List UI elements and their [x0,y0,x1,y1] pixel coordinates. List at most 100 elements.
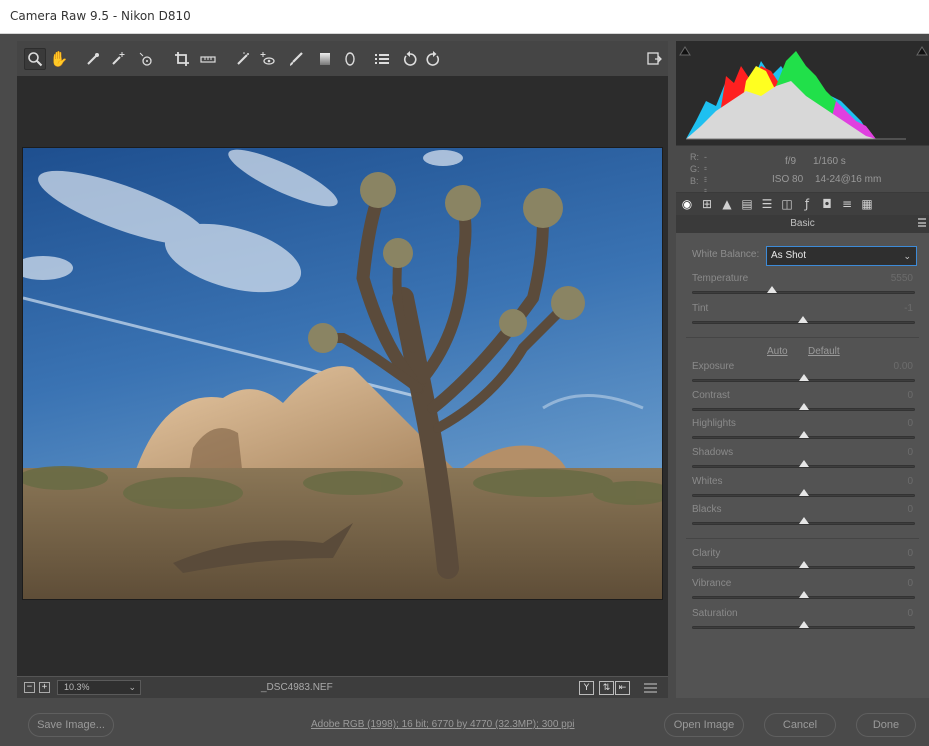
divider [686,538,919,539]
slider-temperature[interactable]: Temperature 5550 [692,273,915,301]
slider-value[interactable]: -1 [904,303,913,314]
fullscreen-icon [647,51,662,65]
brush-icon [237,51,249,65]
effects-tab-icon[interactable]: ƒ [800,197,814,211]
slider-value[interactable]: 0 [907,608,913,619]
before-after-toggle[interactable]: Y [579,681,594,695]
default-link[interactable]: Default [808,346,840,357]
panel-title: Basic [676,215,929,233]
adjustment-brush[interactable] [285,41,307,76]
sliders-icon [644,683,657,693]
hand-tool[interactable]: ✋ [48,41,70,76]
slider-thumb[interactable] [797,316,808,323]
tone-curve-tab-icon[interactable]: ⊞ [700,197,714,211]
auto-link[interactable]: Auto [767,346,788,357]
slider-value[interactable]: 0.00 [894,361,913,372]
slider-value[interactable]: 0 [907,578,913,589]
basic-tab-icon[interactable]: ◉ [680,197,694,211]
slider-thumb[interactable] [798,561,809,568]
eyedropper-plus-icon [112,51,125,65]
slider-value[interactable]: 0 [907,476,913,487]
red-eye-tool[interactable] [257,41,279,76]
slider-highlights[interactable]: Highlights 0 [692,418,915,446]
snapshots-tab-icon[interactable]: ▦ [860,197,874,211]
rotate-right[interactable] [422,41,444,76]
slider-saturation[interactable]: Saturation 0 [692,608,915,636]
slider-value[interactable]: 0 [907,447,913,458]
save-image-button[interactable]: Save Image... [28,713,114,737]
detail-tab-icon[interactable]: ▲ [720,197,734,211]
slider-thumb[interactable] [798,591,809,598]
rotate-ccw-icon [403,50,417,66]
slider-thumb[interactable] [798,621,809,628]
lens-info: 14-24@16 mm [815,174,882,185]
gradient-icon [320,52,330,65]
slider-value[interactable]: 0 [907,418,913,429]
slider-label: Highlights [692,418,736,429]
spot-removal-tool[interactable] [232,41,254,76]
zoom-level-value: 10.3% [64,682,90,692]
copy-settings-button[interactable]: ⇤ [615,681,630,695]
chevron-down-icon: ⌄ [128,682,136,692]
slider-tint[interactable]: Tint -1 [692,303,915,331]
slider-exposure[interactable]: Exposure 0.00 [692,361,915,389]
fullscreen-toggle[interactable] [643,41,665,76]
slider-thumb[interactable] [767,286,778,293]
g-label: G: [690,164,700,174]
slider-value[interactable]: 0 [907,390,913,401]
dialog-footer: Save Image... Adobe RGB (1998); 16 bit; … [0,698,929,746]
slider-value[interactable]: 0 [907,504,913,515]
slider-track[interactable] [692,291,915,294]
rotate-left[interactable] [399,41,421,76]
split-toning-tab-icon[interactable]: ☰ [760,197,774,211]
zoom-level-select[interactable]: 10.3% ⌄ [57,680,141,695]
targeted-adjustment-tool[interactable] [135,41,157,76]
graduated-filter[interactable] [314,41,336,76]
photo-preview[interactable] [22,147,663,600]
radial-filter[interactable] [339,41,361,76]
open-image-button[interactable]: Open Image [664,713,744,737]
presets-tab-icon[interactable]: ≡ [840,197,854,211]
panel-menu-icon[interactable] [918,218,926,227]
workflow-options-link[interactable]: Adobe RGB (1998); 16 bit; 6770 by 4770 (… [311,719,575,730]
crop-tool[interactable] [171,41,193,76]
cancel-button[interactable]: Cancel [764,713,836,737]
white-balance-label: White Balance: [692,249,760,260]
slider-thumb[interactable] [798,460,809,467]
camera-calibration-tab-icon[interactable]: ◘ [820,197,834,211]
slider-thumb[interactable] [798,489,809,496]
slider-label: Contrast [692,390,730,401]
slider-value[interactable]: 0 [907,548,913,559]
slider-label: Clarity [692,548,721,559]
slider-whites[interactable]: Whites 0 [692,476,915,504]
slider-clarity[interactable]: Clarity 0 [692,548,915,576]
preferences[interactable] [371,41,393,76]
straighten-tool[interactable] [197,41,219,76]
image-preview-area[interactable] [17,76,668,676]
swap-settings-button[interactable]: ⇅ [599,681,614,695]
r-label: R: [690,152,699,162]
before-after-icon: Y [583,683,590,693]
zoom-in-button[interactable]: + [39,682,50,693]
white-balance-tool[interactable] [82,41,104,76]
color-sampler-tool[interactable] [107,41,129,76]
lens-corrections-tab-icon[interactable]: ◫ [780,197,794,211]
hsl-tab-icon[interactable]: ▤ [740,197,754,211]
zoom-out-button[interactable]: − [24,682,35,693]
slider-thumb[interactable] [798,431,809,438]
preview-preferences-button[interactable] [643,681,658,695]
slider-blacks[interactable]: Blacks 0 [692,504,915,532]
slider-value[interactable]: 5550 [891,273,913,284]
slider-contrast[interactable]: Contrast 0 [692,390,915,418]
slider-vibrance[interactable]: Vibrance 0 [692,578,915,606]
white-balance-select[interactable]: As Shot ⌄ [766,246,917,266]
zoom-tool[interactable] [24,48,46,70]
slider-thumb[interactable] [798,403,809,410]
done-button[interactable]: Done [856,713,916,737]
slider-thumb[interactable] [798,374,809,381]
slider-shadows[interactable]: Shadows 0 [692,447,915,475]
histogram [676,41,929,145]
iso: ISO 80 [772,174,804,185]
white-balance-value: As Shot [771,250,807,261]
slider-thumb[interactable] [798,517,809,524]
